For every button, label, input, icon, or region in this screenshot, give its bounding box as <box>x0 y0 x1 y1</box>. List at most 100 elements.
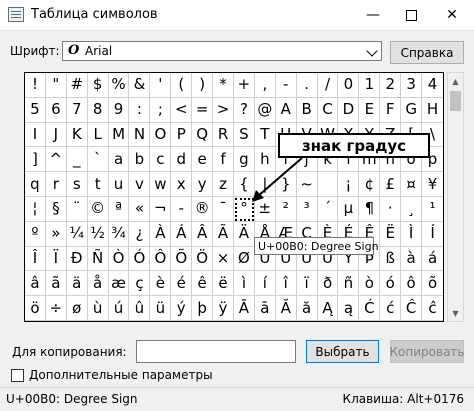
help-button[interactable]: Справка <box>390 41 464 64</box>
character-cell[interactable]: v <box>129 172 151 197</box>
character-cell[interactable]: G <box>401 97 423 123</box>
character-cell[interactable]: t <box>87 172 109 197</box>
character-cell[interactable]: ñ <box>338 271 360 297</box>
character-cell[interactable]: Â <box>192 221 214 247</box>
character-cell[interactable]: Ć <box>359 296 381 321</box>
character-cell[interactable]: å <box>87 271 109 297</box>
character-cell[interactable]: Ô <box>150 246 172 272</box>
scroll-down-icon[interactable]: ▼ <box>448 305 463 321</box>
character-grid[interactable]: ! " # $% & '() * +, -./0 1 2 3 4 5 6 7 8 9:; < = >? @ A B C D E F G H… <box>24 72 444 322</box>
character-cell[interactable]: ¯ <box>213 196 234 222</box>
character-cell[interactable]: P <box>171 122 193 148</box>
character-cell[interactable]: Ã <box>213 221 234 247</box>
character-cell[interactable]: Ø <box>233 246 255 272</box>
character-cell[interactable]: D <box>338 97 360 123</box>
character-cell[interactable]: ÷ <box>45 296 67 321</box>
character-cell[interactable]: ½ <box>87 221 109 247</box>
character-cell[interactable]: × <box>213 246 234 272</box>
character-cell[interactable]: · <box>380 196 402 222</box>
character-cell[interactable]: Á <box>171 221 193 247</box>
scroll-up-icon[interactable]: ▲ <box>448 73 463 89</box>
character-cell[interactable]: Ñ <box>87 246 109 272</box>
grid-scrollbar[interactable]: ▲ ▼ <box>447 72 464 322</box>
character-cell[interactable]: Ă <box>275 296 297 321</box>
character-cell[interactable]: ? <box>233 97 255 123</box>
character-cell[interactable]: ö <box>25 296 46 321</box>
character-cell[interactable]: O <box>150 122 172 148</box>
character-cell[interactable]: / <box>317 73 339 98</box>
character-cell[interactable]: ú <box>108 296 130 321</box>
character-cell[interactable]: 8 <box>87 97 109 123</box>
character-cell[interactable]: - <box>171 196 193 222</box>
character-cell[interactable]: ¾ <box>108 221 130 247</box>
character-cell[interactable]: Ì <box>401 221 423 247</box>
character-cell[interactable]: í <box>254 271 276 297</box>
character-cell[interactable]: ô <box>401 271 423 297</box>
character-cell[interactable]: c <box>150 147 172 173</box>
character-cell[interactable]: ´ <box>317 196 339 222</box>
character-cell[interactable]: ã <box>45 271 67 297</box>
copy-field[interactable] <box>136 340 296 363</box>
character-cell[interactable]: ] <box>25 147 46 173</box>
maximize-button[interactable] <box>392 0 430 30</box>
character-cell[interactable]: T <box>254 122 276 148</box>
character-cell[interactable]: I <box>25 122 46 148</box>
character-cell[interactable]: - <box>275 73 297 98</box>
character-cell[interactable]: B <box>296 97 318 123</box>
character-cell[interactable]: ¤ <box>401 172 423 197</box>
character-cell[interactable]: ; <box>150 97 172 123</box>
character-cell[interactable]: ð <box>317 271 339 297</box>
character-cell[interactable]: u <box>108 172 130 197</box>
character-cell[interactable]: ¿ <box>129 221 151 247</box>
character-cell[interactable]: 9 <box>108 97 130 123</box>
character-cell[interactable]: ÿ <box>213 296 234 321</box>
character-cell[interactable]: 7 <box>66 97 88 123</box>
character-cell[interactable]: # <box>66 73 88 98</box>
character-cell[interactable]: 5 <box>25 97 46 123</box>
character-cell[interactable]: > <box>213 97 234 123</box>
character-cell[interactable]: w <box>150 172 172 197</box>
character-cell[interactable]: Ä <box>233 221 255 247</box>
character-cell[interactable]: ò <box>359 271 381 297</box>
character-cell[interactable]: ă <box>296 296 318 321</box>
character-cell[interactable]: ¶ <box>359 196 381 222</box>
character-cell[interactable]: À <box>150 221 172 247</box>
character-cell[interactable]: £ <box>380 172 402 197</box>
character-cell[interactable]: 2 <box>380 73 402 98</box>
character-cell[interactable]: 0 <box>338 73 360 98</box>
character-cell[interactable]: ¦ <box>25 196 46 222</box>
character-cell[interactable]: : <box>129 97 151 123</box>
character-cell[interactable]: é <box>171 271 193 297</box>
character-cell[interactable]: J <box>45 122 67 148</box>
character-cell[interactable]: ) <box>192 73 214 98</box>
character-cell[interactable]: & <box>129 73 151 98</box>
character-cell[interactable]: ç <box>129 271 151 297</box>
character-cell[interactable]: « <box>129 196 151 222</box>
scroll-thumb[interactable] <box>450 91 461 111</box>
advanced-view-checkbox[interactable] <box>11 369 24 382</box>
character-cell[interactable]: s <box>66 172 88 197</box>
character-cell[interactable]: á <box>422 247 443 272</box>
character-cell[interactable]: Ï <box>45 246 67 272</box>
character-cell[interactable]: Ą <box>317 296 339 321</box>
character-cell[interactable]: õ <box>422 271 443 297</box>
character-cell[interactable]: b <box>129 147 151 173</box>
character-cell[interactable]: º <box>25 221 46 247</box>
character-cell[interactable]: ä <box>66 271 88 297</box>
character-cell[interactable]: ù <box>87 296 109 321</box>
character-cell[interactable]: Î <box>25 246 46 272</box>
character-cell[interactable]: , <box>254 73 276 98</box>
character-cell[interactable]: N <box>129 122 151 148</box>
character-cell[interactable]: Q <box>192 122 214 148</box>
character-cell[interactable]: ¬ <box>150 196 172 222</box>
character-cell[interactable]: µ <box>338 196 360 222</box>
character-cell[interactable]: à <box>401 246 423 272</box>
character-cell[interactable]: ý <box>171 296 193 321</box>
character-cell[interactable]: ¼ <box>66 221 88 247</box>
character-cell[interactable]: L <box>87 122 109 148</box>
character-cell[interactable]: ì <box>233 271 255 297</box>
character-cell[interactable]: Ó <box>129 246 151 272</box>
character-cell[interactable]: < <box>171 97 193 123</box>
close-button[interactable]: ✕ <box>430 0 474 30</box>
character-cell[interactable]: f <box>213 147 234 173</box>
